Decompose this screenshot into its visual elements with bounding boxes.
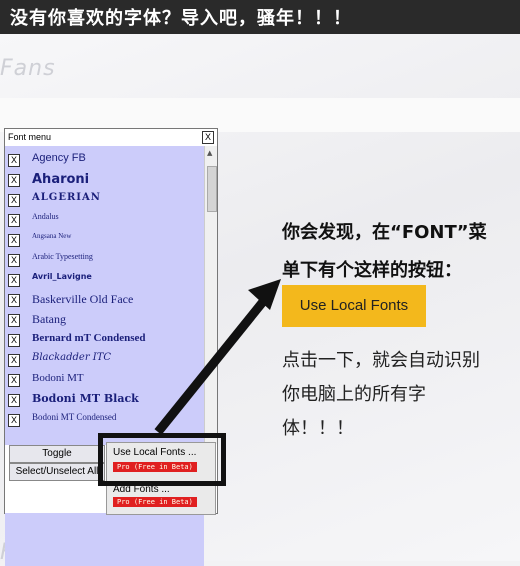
use-local-fonts-illustration-button[interactable]: Use Local Fonts xyxy=(282,285,426,327)
explanation-line: 单下有个这样的按钮： xyxy=(282,260,462,281)
explanation-line: 你电脑上的所有字 xyxy=(282,384,426,405)
explanation-line: 你会发现，在“FONT”菜 xyxy=(282,222,487,243)
explanation-line: 体！！！ xyxy=(282,418,354,439)
explanation-line: 点击一下，就会自动识别 xyxy=(282,350,480,371)
